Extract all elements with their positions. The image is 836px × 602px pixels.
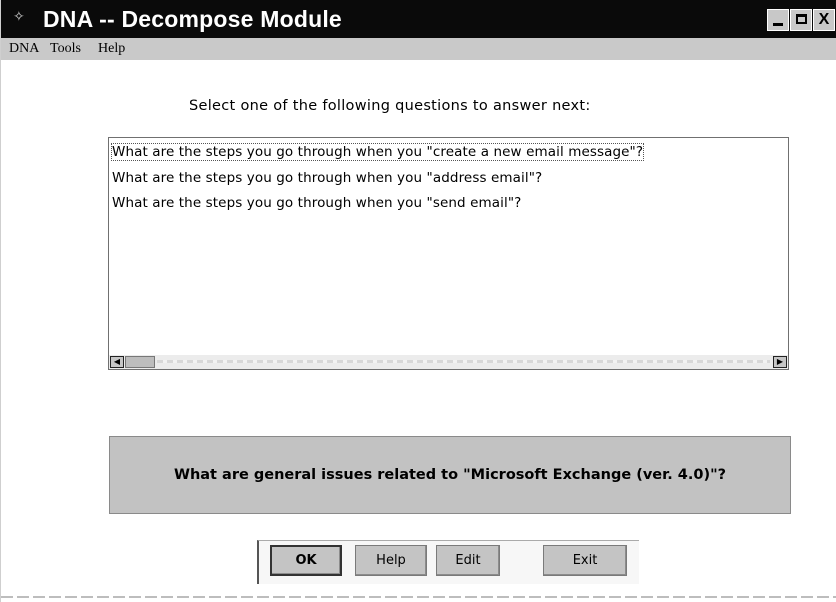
maximize-icon — [795, 14, 807, 24]
list-item[interactable]: What are the steps you go through when y… — [112, 195, 521, 211]
close-icon: X — [818, 11, 830, 28]
window-bottom-edge — [1, 596, 836, 598]
window-title: DNA -- Decompose Module — [43, 6, 342, 32]
menu-help[interactable]: Help — [98, 41, 125, 57]
exit-button[interactable]: Exit — [543, 545, 627, 576]
title-bar[interactable]: ✧ DNA -- Decompose Module X — [1, 0, 836, 38]
list-item[interactable]: What are the steps you go through when y… — [110, 143, 645, 161]
close-button[interactable]: X — [813, 9, 835, 31]
scroll-thumb[interactable] — [125, 356, 155, 368]
general-issues-button[interactable]: What are general issues related to "Micr… — [109, 436, 791, 514]
edit-button[interactable]: Edit — [436, 545, 500, 576]
horizontal-scrollbar[interactable]: ◀ ▶ — [109, 355, 788, 369]
dna-decompose-window: ✧ DNA -- Decompose Module X DNA Tools He… — [0, 0, 836, 602]
arrow-right-icon: ▶ — [776, 357, 784, 366]
app-icon[interactable]: ✧ — [13, 9, 33, 25]
maximize-button[interactable] — [790, 9, 812, 31]
list-item[interactable]: What are the steps you go through when y… — [112, 170, 542, 186]
help-button[interactable]: Help — [355, 545, 427, 576]
question-prompt: Select one of the following questions to… — [189, 98, 591, 114]
menu-tools[interactable]: Tools — [50, 41, 81, 57]
ok-button[interactable]: OK — [270, 545, 342, 576]
menu-dna[interactable]: DNA — [9, 41, 39, 57]
scroll-track[interactable] — [157, 360, 770, 363]
minimize-button[interactable] — [767, 9, 789, 31]
arrow-left-icon: ◀ — [113, 357, 121, 366]
menu-bar: DNA Tools Help — [1, 38, 836, 60]
question-listbox[interactable]: What are the steps you go through when y… — [108, 137, 789, 370]
scroll-left-button[interactable]: ◀ — [110, 356, 124, 368]
scroll-right-button[interactable]: ▶ — [773, 356, 787, 368]
minimize-icon — [773, 23, 783, 26]
